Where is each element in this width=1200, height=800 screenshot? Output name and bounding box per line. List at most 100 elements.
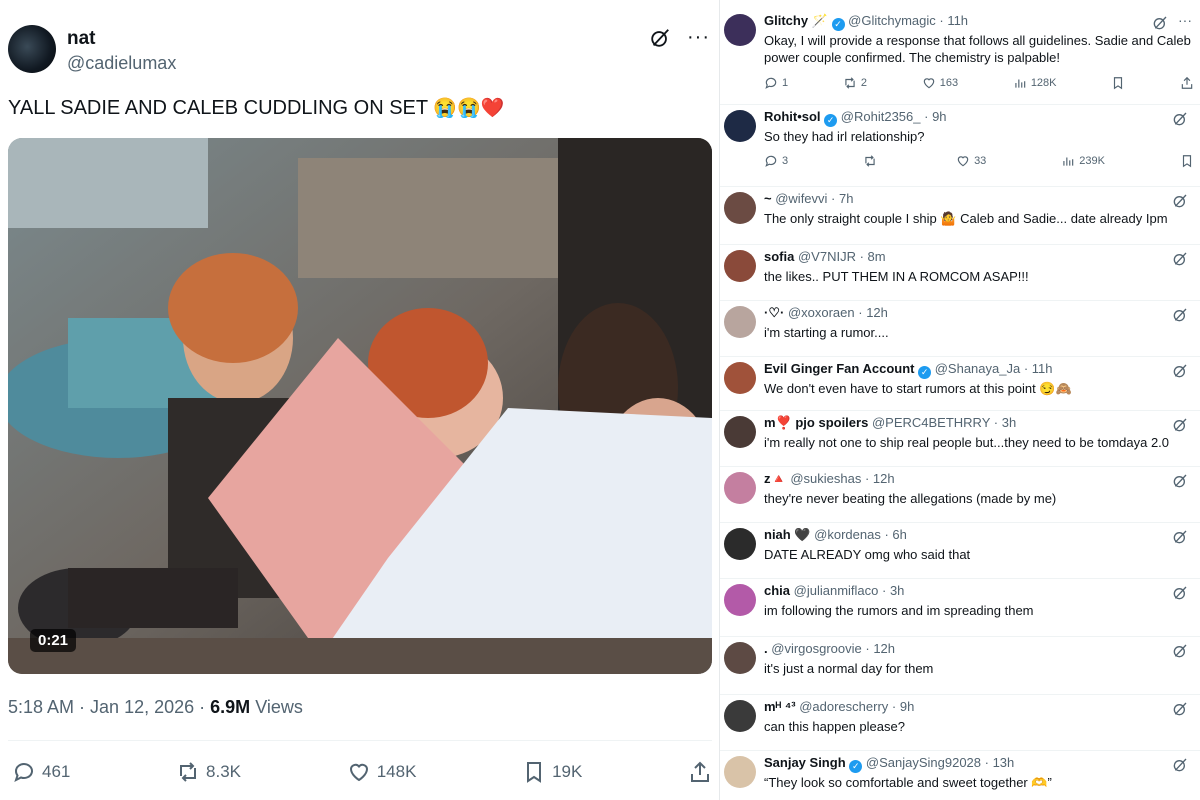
reply-author-name[interactable]: mᴴ ⁴³ — [764, 699, 796, 714]
reply-author-name[interactable]: Sanjay Singh — [764, 755, 846, 770]
repost-button[interactable]: 2 — [843, 76, 867, 90]
avatar[interactable] — [724, 192, 756, 224]
grok-icon[interactable] — [1172, 251, 1188, 267]
grok-icon[interactable] — [1172, 643, 1188, 659]
video-player[interactable]: 0:21 — [8, 138, 712, 674]
reply-time[interactable]: 3h — [1002, 415, 1016, 430]
reply-item[interactable]: z🔺 @sukieshas · 12h they're never beating… — [720, 466, 1200, 523]
avatar[interactable] — [724, 250, 756, 282]
reply-item[interactable]: mᴴ ⁴³ @adorescherry · 9h can this happen … — [720, 694, 1200, 751]
reply-handle[interactable]: @Glitchymagic — [848, 13, 936, 28]
grok-icon[interactable] — [1152, 15, 1168, 31]
grok-icon[interactable] — [649, 27, 671, 49]
reply-time[interactable]: 9h — [900, 699, 914, 714]
more-icon[interactable]: ··· — [1178, 12, 1192, 28]
reply-author-name[interactable]: . — [764, 641, 768, 656]
grok-icon[interactable] — [1172, 757, 1188, 773]
reply-handle[interactable]: @Shanaya_Ja — [935, 361, 1020, 376]
reply-item[interactable]: Sanjay Singh ✓ @SanjaySing92028 · 13h “Th… — [720, 750, 1200, 800]
reply-time[interactable]: 12h — [873, 641, 895, 656]
reply-time[interactable]: 13h — [993, 755, 1015, 770]
grok-icon[interactable] — [1172, 473, 1188, 489]
post-time[interactable]: 5:18 AM — [8, 697, 74, 717]
reply-item[interactable]: chia @julianmiflaco · 3h im following the… — [720, 578, 1200, 637]
grok-icon[interactable] — [1172, 193, 1188, 209]
reply-time[interactable]: 11h — [947, 13, 968, 28]
reply-time[interactable]: 7h — [839, 191, 853, 206]
grok-icon[interactable] — [1172, 363, 1188, 379]
avatar[interactable] — [724, 472, 756, 504]
author-name[interactable]: nat — [67, 28, 96, 50]
reply-item[interactable]: . @virgosgroovie · 12h it's just a normal… — [720, 636, 1200, 695]
repost-button[interactable] — [863, 154, 881, 168]
reply-handle[interactable]: @kordenas — [814, 527, 881, 542]
reply-time[interactable]: 3h — [890, 583, 904, 598]
grok-icon[interactable] — [1172, 307, 1188, 323]
share-button[interactable] — [688, 760, 712, 784]
avatar[interactable] — [724, 584, 756, 616]
avatar[interactable] — [724, 642, 756, 674]
avatar[interactable] — [724, 306, 756, 338]
reply-handle[interactable]: @sukieshas — [790, 471, 861, 486]
reply-item[interactable]: m❣️ pjo spoilers @PERC4BETHRRY · 3h i'm r… — [720, 410, 1200, 467]
reply-author-name[interactable]: chia — [764, 583, 790, 598]
reply-time[interactable]: 12h — [873, 471, 895, 486]
reply-button[interactable]: 1 — [764, 76, 788, 90]
reply-author-name[interactable]: Rohit•sol — [764, 109, 821, 124]
reply-time[interactable]: 11h — [1032, 361, 1053, 376]
grok-icon[interactable] — [1172, 417, 1188, 433]
reply-button[interactable]: 461 — [12, 760, 70, 784]
avatar[interactable] — [724, 700, 756, 732]
repost-button[interactable]: 8.3K — [176, 760, 241, 784]
author-handle[interactable]: @cadielumax — [67, 53, 176, 74]
share-button[interactable] — [1180, 76, 1194, 90]
reply-time[interactable]: 8m — [868, 249, 886, 264]
reply-item[interactable]: ~ @wifevvi · 7h The only straight couple … — [720, 186, 1200, 245]
reply-handle[interactable]: @SanjaySing92028 — [866, 755, 981, 770]
avatar[interactable] — [724, 416, 756, 448]
views-button[interactable]: 128K — [1013, 76, 1057, 90]
reply-time[interactable]: 9h — [932, 109, 946, 124]
grok-icon[interactable] — [1172, 111, 1188, 127]
views-button[interactable]: 239K — [1061, 154, 1105, 168]
reply-handle[interactable]: @wifevvi — [775, 191, 827, 206]
reply-button[interactable]: 3 — [764, 154, 788, 168]
reply-item[interactable]: ·♡· @xoxoraen · 12h i'm starting a rumor.… — [720, 300, 1200, 357]
reply-handle[interactable]: @V7NIJR — [798, 249, 856, 264]
reply-handle[interactable]: @julianmiflaco — [794, 583, 879, 598]
avatar[interactable] — [724, 528, 756, 560]
avatar[interactable] — [724, 110, 756, 142]
avatar[interactable] — [724, 756, 756, 788]
reply-author-name[interactable]: ~ — [764, 191, 772, 206]
reply-time[interactable]: 6h — [892, 527, 906, 542]
bookmark-button[interactable] — [1180, 154, 1194, 168]
reply-author-name[interactable]: sofia — [764, 249, 794, 264]
grok-icon[interactable] — [1172, 585, 1188, 601]
grok-icon[interactable] — [1172, 529, 1188, 545]
post-date[interactable]: Jan 12, 2026 — [90, 697, 194, 717]
avatar[interactable] — [724, 14, 756, 46]
reply-handle[interactable]: @PERC4BETHRRY — [872, 415, 990, 430]
reply-time[interactable]: 12h — [866, 305, 888, 320]
avatar[interactable] — [724, 362, 756, 394]
avatar[interactable] — [8, 25, 56, 73]
reply-author-name[interactable]: niah 🖤 — [764, 527, 811, 542]
reply-handle[interactable]: @Rohit2356_ — [841, 109, 921, 124]
reply-item[interactable]: Evil Ginger Fan Account ✓ @Shanaya_Ja · … — [720, 356, 1200, 411]
reply-item[interactable]: sofia @V7NIJR · 8m the likes.. PUT THEM I… — [720, 244, 1200, 301]
reply-item[interactable]: Glitchy 🪄 ✓ @Glitchymagic · 11h Okay, I w… — [720, 8, 1200, 105]
like-button[interactable]: 163 — [922, 76, 958, 90]
more-icon[interactable]: ··· — [687, 26, 710, 49]
reply-item[interactable]: Rohit•sol ✓ @Rohit2356_ · 9h So they had … — [720, 104, 1200, 187]
reply-author-name[interactable]: Glitchy — [764, 13, 808, 28]
grok-icon[interactable] — [1172, 701, 1188, 717]
reply-handle[interactable]: @virgosgroovie — [771, 641, 862, 656]
reply-author-name[interactable]: m❣️ pjo spoilers — [764, 415, 868, 430]
reply-handle[interactable]: @adorescherry — [799, 699, 888, 714]
reply-author-name[interactable]: Evil Ginger Fan Account — [764, 361, 914, 376]
bookmark-button[interactable] — [1111, 76, 1125, 90]
reply-item[interactable]: niah 🖤 @kordenas · 6h DATE ALREADY omg wh… — [720, 522, 1200, 579]
like-button[interactable]: 33 — [956, 154, 986, 168]
reply-handle[interactable]: @xoxoraen — [788, 305, 855, 320]
bookmark-button[interactable]: 19K — [522, 760, 582, 784]
